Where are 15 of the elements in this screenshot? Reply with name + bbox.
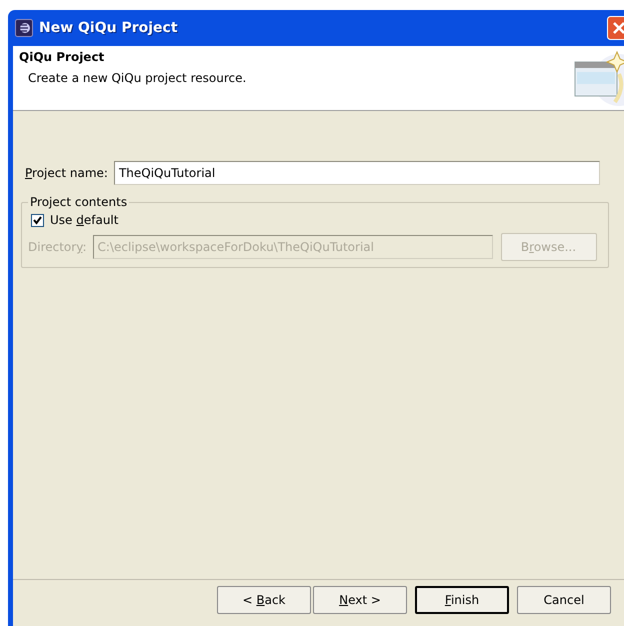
group-title: Project contents	[29, 195, 128, 209]
use-default-checkbox[interactable]: Use default	[31, 213, 602, 227]
field-label: Directory:	[28, 240, 86, 254]
dialog-button[interactable]: Next >	[313, 586, 407, 614]
project-name-field[interactable]: TheQiQuTutorial	[114, 161, 600, 185]
window-title: New QiQu Project	[39, 20, 179, 36]
page-title: QiQu Project	[19, 50, 106, 64]
dialog-button[interactable]: Cancel	[517, 586, 611, 614]
dialog-button[interactable]: < Back	[217, 586, 311, 614]
app-icon	[15, 19, 33, 37]
field-label: Project name:	[25, 166, 108, 180]
page-description: Create a new QiQu project resource.	[28, 71, 246, 85]
checkmark-icon	[33, 216, 42, 224]
close-icon[interactable]	[607, 16, 624, 40]
dialog-button[interactable]: Finish	[415, 586, 509, 614]
